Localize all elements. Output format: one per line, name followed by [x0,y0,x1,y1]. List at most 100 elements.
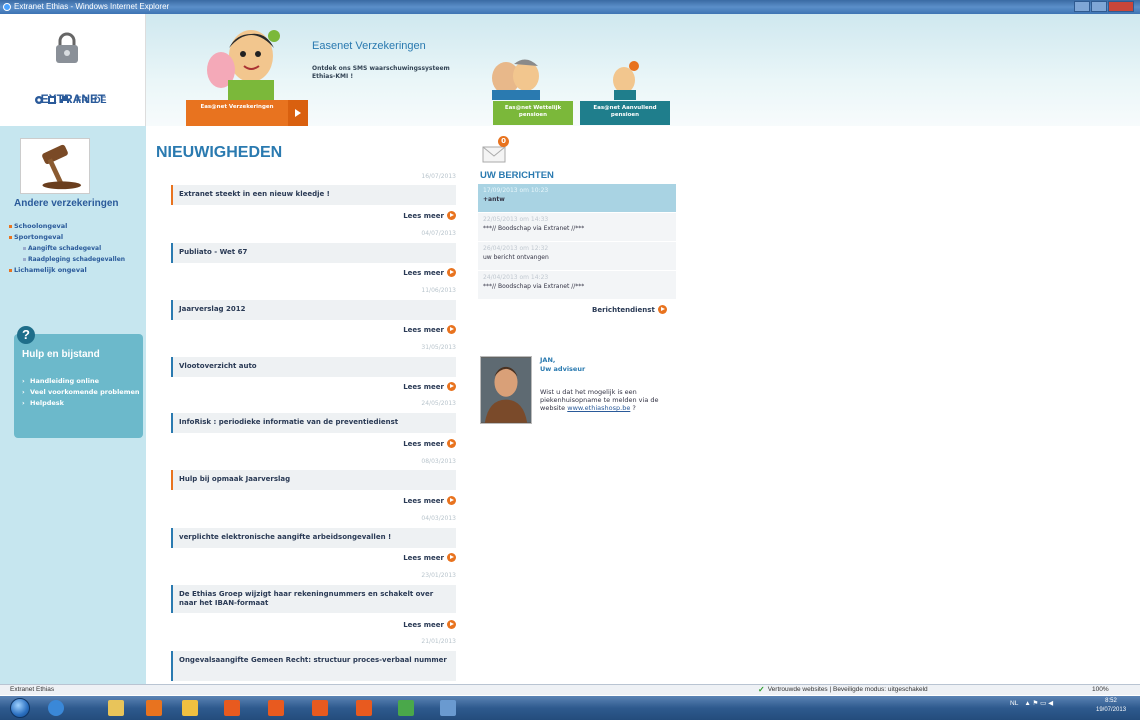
news-item-title[interactable]: verplichte elektronische aangifte arbeid… [171,528,456,548]
promo-text: Ontdek ons SMS waarschuwingssysteem Ethi… [312,65,450,80]
help-item-veel-voorkomende-problemen[interactable]: Veel voorkomende problemen [22,387,140,397]
message-date: 17/09/2013 om 10:23 [483,187,549,194]
bookmark-icon[interactable] [47,95,57,105]
language-indicator[interactable]: NL [1010,700,1018,707]
mail-taskbar-icon[interactable] [182,700,198,716]
lang-de-link[interactable]: DE [94,95,107,105]
easenet-wettelijk-pensioen-button[interactable]: Eas@net Wettelijk pensioen [493,101,573,125]
news-date: 24/05/2013 [421,400,456,407]
easenet-aanvullend-pensioen-button[interactable]: Eas@net Aanvullend pensioen [580,101,670,125]
mascot-image-1 [207,30,280,100]
app-taskbar-icon[interactable] [356,700,372,716]
close-button[interactable] [1108,1,1134,12]
news-date: 23/01/2013 [421,572,456,579]
zoom-level[interactable]: 100% [1092,685,1109,695]
news-item-title[interactable]: Vlootoverzicht auto [171,357,456,377]
tray-icons[interactable]: ▲ ⚑ ▭ ◀ [1024,699,1053,707]
media-taskbar-icon[interactable] [146,700,162,716]
message-item[interactable]: 22/05/2013 om 14:33 ***// Boodschap via … [478,213,676,242]
message-text: +antw [483,196,505,203]
adviseur-photo [480,356,532,424]
arrow-circle-icon [447,620,456,629]
sidebar-item-aangifte-schadegeval[interactable]: Aangifte schadegeval [0,243,146,254]
app-taskbar-icon[interactable] [312,700,328,716]
read-more-link[interactable]: Lees meer [403,325,456,334]
adviseur-text: Wist u dat het mogelijk is een piekenhui… [540,388,680,412]
read-more-label: Lees meer [403,382,444,391]
easenet-wettelijk-label: Eas@net Wettelijk pensioen [504,105,562,118]
message-item[interactable]: 17/09/2013 om 10:23 +antw [478,184,676,213]
taskbar [0,696,1140,720]
message-text: uw bericht ontvangen [483,254,549,261]
app-taskbar-icon[interactable] [268,700,284,716]
help-item-handleiding[interactable]: Handleiding online [22,376,140,386]
settings-icon[interactable] [34,95,44,105]
news-date: 21/01/2013 [421,638,456,645]
news-item-title[interactable]: Ongevalsaangifte Gemeen Recht: structuur… [171,651,456,681]
sidebar-item-sportongeval[interactable]: Sportongeval [0,232,146,243]
message-item[interactable]: 24/04/2013 om 14:23 ***// Boodschap via … [478,271,676,300]
mascot-image-2 [492,59,540,100]
arrow-circle-icon [447,325,456,334]
clock[interactable]: 8:52 19/07/2013 [1096,697,1126,715]
status-text: Extranet Ethias [10,686,55,693]
sidebar-item-raadpleging-schadegevallen[interactable]: Raadpleging schadegevallen [0,254,146,265]
checkmark-icon: ✓ [758,685,765,694]
read-more-label: Lees meer [403,496,444,505]
mascot-image-3 [613,61,639,100]
security-zone: ✓ Vertrouwde websites | Beveiligde modus… [758,685,928,695]
news-item-title[interactable]: Jaarverslag 2012 [171,300,456,320]
news-item-title[interactable]: Publiato - Wet 67 [171,243,456,263]
print-icon[interactable] [60,95,70,105]
arrow-circle-icon [447,496,456,505]
read-more-label: Lees meer [403,620,444,629]
easenet-aanvullend-label: Eas@net Aanvullend pensioen [593,105,657,118]
system-tray: NL ▲ ⚑ ▭ ◀ [1010,699,1053,708]
ethiashosp-link[interactable]: www.ethiashosp.be [567,404,630,412]
messages-title: UW BERICHTEN [480,170,554,181]
message-date: 24/04/2013 om 14:23 [483,274,549,281]
messages-list: 17/09/2013 om 10:23 +antw 22/05/2013 om … [478,184,676,300]
news-item-title[interactable]: Extranet steekt in een nieuw kleedje ! [171,185,456,205]
adviseur-role: Uw adviseur [540,365,586,373]
news-item-title[interactable]: Hulp bij opmaak Jaarverslag [171,470,456,490]
lang-fr-link[interactable]: FR [76,95,88,105]
maximize-button[interactable] [1091,1,1107,12]
news-item-title[interactable]: InfoRisk : periodieke informatie van de … [171,413,456,433]
news-date: 04/03/2013 [421,515,456,522]
read-more-link[interactable]: Lees meer [403,553,456,562]
ie-taskbar-icon[interactable] [48,700,64,716]
explorer-taskbar-icon[interactable] [108,700,124,716]
message-item[interactable]: 26/04/2013 om 12:32 uw bericht ontvangen [478,242,676,271]
window-title-bar: Extranet Ethias - Windows Internet Explo… [0,0,1140,14]
gavel-image [20,138,90,194]
read-more-link[interactable]: Lees meer [403,382,456,391]
read-more-link[interactable]: Lees meer [403,496,456,505]
read-more-link[interactable]: Lees meer [403,211,456,220]
news-date: 04/07/2013 [421,230,456,237]
minimize-button[interactable] [1074,1,1090,12]
easenet-verzekeringen-button[interactable]: Eas@net Verzekeringen [186,100,308,126]
arrow-circle-icon [447,268,456,277]
read-more-link[interactable]: Lees meer [403,620,456,629]
window-taskbar-icon[interactable] [440,700,456,716]
help-list: Handleiding online Veel voorkomende prob… [22,376,140,409]
sidebar-item-schoolongeval[interactable]: Schoolongeval [0,221,146,232]
adviseur-name: JAN, [540,356,556,364]
help-item-helpdesk[interactable]: Helpdesk [22,398,140,408]
berichtendienst-link[interactable]: Berichtendienst [592,305,667,314]
clock-time: 8:52 [1105,698,1117,704]
read-more-label: Lees meer [403,325,444,334]
excel-taskbar-icon[interactable] [398,700,414,716]
start-button[interactable] [10,698,30,718]
news-date: 08/03/2013 [421,458,456,465]
sidebar-item-lichamelijk-ongeval[interactable]: Lichamelijk ongeval [0,265,146,276]
read-more-link[interactable]: Lees meer [403,439,456,448]
read-more-label: Lees meer [403,211,444,220]
question-icon: ? [17,326,35,344]
news-item-title[interactable]: De Ethias Groep wijzigt haar rekeningnum… [171,585,456,613]
read-more-link[interactable]: Lees meer [403,268,456,277]
unread-badge: 0 [498,136,509,147]
arrow-circle-icon [447,211,456,220]
app-taskbar-icon[interactable] [224,700,240,716]
